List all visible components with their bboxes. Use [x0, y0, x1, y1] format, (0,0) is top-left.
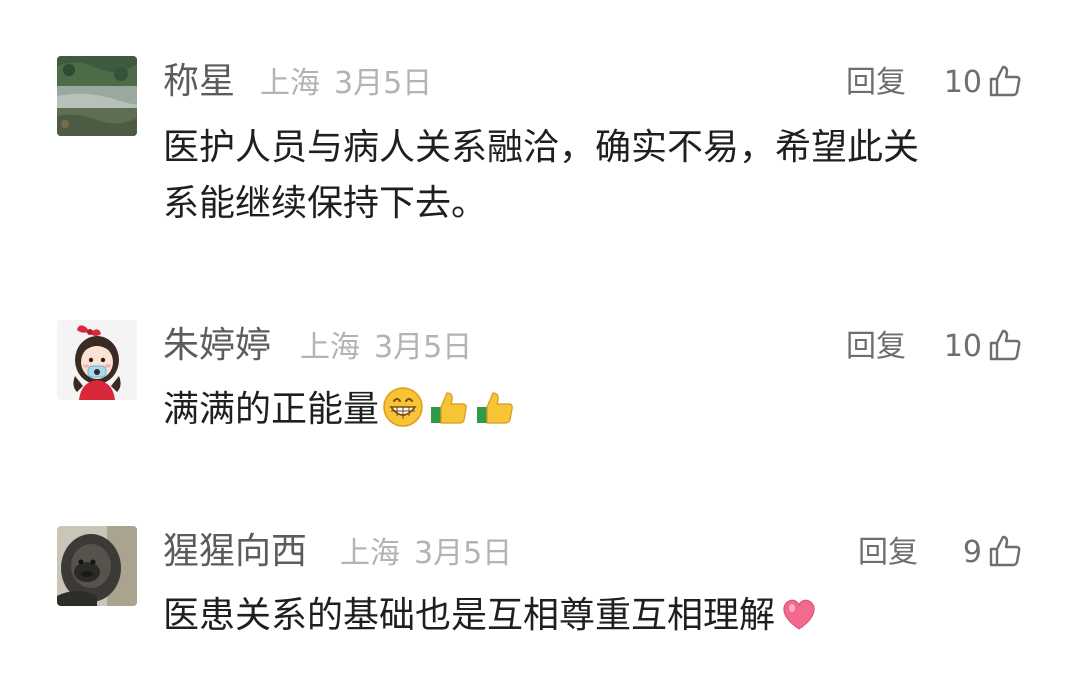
comment-text: 医患关系的基础也是互相尊重互相理解 — [163, 588, 1023, 644]
username[interactable]: 猩猩向西 — [163, 530, 307, 574]
comment-item: 猩猩向西 上海 3月5日 回复 9 医患关系的基础也是互相尊重互相理解 — [0, 0, 1080, 678]
heart-emoji — [777, 591, 821, 635]
thumbs-up-icon[interactable] — [988, 534, 1022, 568]
comment-location: 上海 — [340, 536, 400, 571]
gorilla-avatar-image — [57, 526, 137, 606]
reply-button[interactable]: 回复 — [858, 531, 918, 575]
comment-text-content: 医患关系的基础也是互相尊重互相理解 — [163, 595, 776, 636]
comment-date: 3月5日 — [414, 536, 513, 571]
like-count[interactable]: 9 — [952, 531, 982, 575]
avatar[interactable] — [57, 526, 137, 606]
